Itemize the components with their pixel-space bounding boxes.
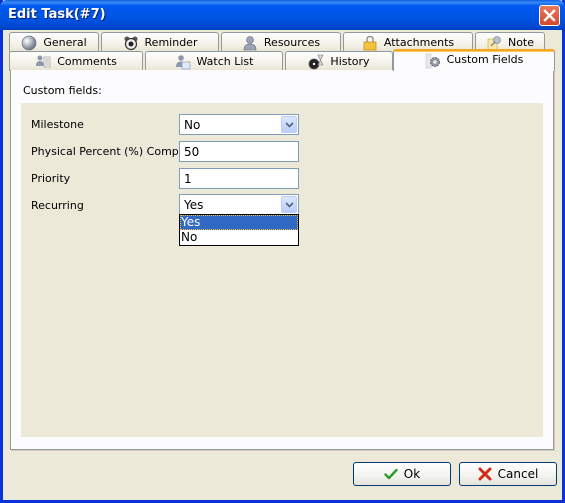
priority-input[interactable]: 1 [179, 168, 299, 189]
tab-general[interactable]: General [9, 32, 99, 52]
close-button[interactable] [539, 5, 560, 26]
close-icon [543, 9, 556, 22]
cancel-button[interactable]: Cancel [459, 462, 557, 486]
window-title: Edit Task(#7) [8, 7, 106, 22]
tab-label: Comments [57, 55, 117, 68]
watch-list-icon [175, 54, 191, 70]
tab-label: Custom Fields [446, 53, 524, 66]
cancel-x-icon [478, 467, 492, 481]
alarm-clock-icon [123, 35, 139, 51]
recurring-value: Yes [184, 198, 204, 212]
fields-area: Milestone No Physical Percent (%) Comple… [21, 103, 543, 437]
tab-reminder[interactable]: Reminder [101, 32, 219, 52]
percent-complete-label: Physical Percent (%) Complete [31, 145, 200, 158]
tab-label: Reminder [144, 36, 198, 49]
history-icon [308, 54, 324, 70]
tab-label: Watch List [196, 55, 254, 68]
tab-custom-fields[interactable]: Custom Fields [393, 49, 555, 71]
tab-label: Attachments [383, 36, 455, 49]
user-icon [242, 35, 258, 51]
dropdown-option-yes[interactable]: Yes [180, 215, 298, 230]
tab-label: Resources [263, 36, 321, 49]
milestone-label: Milestone [31, 118, 84, 131]
priority-label: Priority [31, 172, 71, 185]
percent-complete-input[interactable]: 50 [179, 141, 299, 162]
tab-label: General [43, 36, 87, 49]
section-label: Custom fields: [23, 84, 102, 97]
ok-button[interactable]: Ok [353, 462, 451, 486]
lock-folder-icon [362, 35, 378, 51]
chevron-down-icon [284, 201, 294, 208]
recurring-select[interactable]: Yes [179, 194, 299, 215]
cancel-label: Cancel [497, 467, 539, 481]
checkmark-icon [384, 468, 398, 480]
tab-comments[interactable]: Comments [9, 51, 143, 71]
tab-history[interactable]: History [285, 51, 393, 71]
milestone-value: No [184, 118, 201, 132]
comments-icon [35, 54, 51, 70]
dropdown-option-no[interactable]: No [180, 230, 298, 245]
chevron-down-icon [284, 121, 294, 128]
tab-label: Note [507, 36, 535, 49]
tab-label: History [330, 55, 370, 68]
recurring-dropdown-button[interactable] [281, 196, 297, 213]
custom-fields-panel: Custom fields: Milestone No Physical Per… [10, 70, 554, 450]
tab-watch-list[interactable]: Watch List [145, 51, 283, 71]
sphere-icon [21, 35, 37, 51]
tab-resources[interactable]: Resources [221, 32, 341, 52]
recurring-dropdown-list: Yes No [179, 214, 299, 246]
milestone-dropdown-button[interactable] [281, 116, 297, 133]
ok-label: Ok [403, 467, 421, 481]
recurring-label: Recurring [31, 199, 84, 212]
milestone-select[interactable]: No [179, 114, 299, 135]
title-bar[interactable]: Edit Task(#7) [0, 0, 565, 30]
gear-icon [425, 53, 441, 69]
